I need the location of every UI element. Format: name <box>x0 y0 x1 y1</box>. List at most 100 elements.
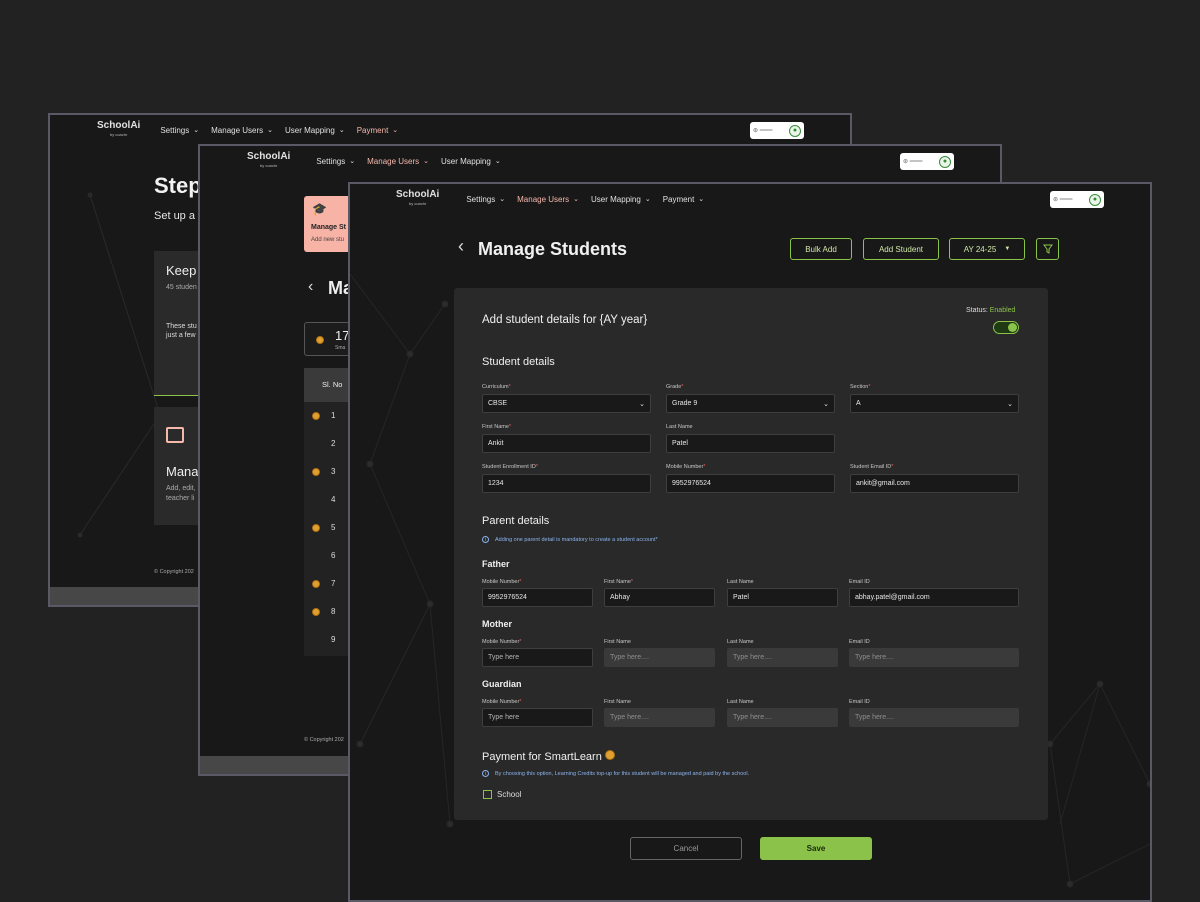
guardian-heading: Guardian <box>482 679 522 689</box>
school-badge[interactable]: ⊛ ═══ ● <box>750 122 804 139</box>
school-badge[interactable]: ⊛ ═══ ● <box>1050 191 1104 208</box>
row-number: 5 <box>331 523 336 532</box>
mother-mobile-input[interactable]: Type here <box>482 648 593 667</box>
nav-user-mapping[interactable]: User Mapping ⌄ <box>441 157 501 166</box>
table-row[interactable]: 7 <box>304 570 352 598</box>
nav-settings[interactable]: Settings ⌄ <box>316 157 355 166</box>
chevron-down-icon: ⌄ <box>267 127 274 134</box>
row-number: 9 <box>331 635 336 644</box>
card-subtitle: Add new stu <box>311 237 345 243</box>
smartlearn-stat-card: 17 Sma <box>304 322 352 356</box>
table-row[interactable]: 6 <box>304 542 352 570</box>
caret-down-icon: ▼ <box>1004 246 1011 252</box>
nav-manage-users[interactable]: Manage Users ⌄ <box>367 157 429 166</box>
table-row[interactable]: 8 <box>304 598 352 626</box>
add-student-button[interactable]: Add Student <box>863 238 939 260</box>
mother-email-input[interactable]: Type here.... <box>849 648 1019 667</box>
mother-heading: Mother <box>482 619 512 629</box>
info-icon: i <box>482 770 489 777</box>
first-name-input[interactable]: Ankit <box>482 434 651 453</box>
coin-icon <box>312 580 320 588</box>
user-avatar-icon[interactable]: ● <box>789 124 801 137</box>
table-row[interactable]: 9 <box>304 626 352 654</box>
filter-button[interactable] <box>1036 238 1059 260</box>
chevron-down-icon: ⌄ <box>193 127 200 134</box>
table-row[interactable]: 4 <box>304 486 352 514</box>
schoolai-logo[interactable]: SchoolAi by coachr <box>396 190 439 208</box>
stat-label: Sma <box>335 345 346 351</box>
coin-icon <box>604 750 615 760</box>
school-seal-icon: ⊛ ═══ <box>1053 197 1073 203</box>
school-badge[interactable]: ⊛ ═══ ● <box>900 153 954 170</box>
student-details-heading: Student details <box>482 356 555 368</box>
save-button[interactable]: Save <box>760 837 872 860</box>
mother-mobile-label: Mobile Number* <box>482 639 522 645</box>
school-checkbox[interactable] <box>483 790 492 799</box>
father-mobile-input[interactable]: 9952976524 <box>482 588 593 607</box>
card-text-line: Add, edit, <box>166 485 196 492</box>
table-row[interactable]: 1 <box>304 402 352 430</box>
year-select[interactable]: AY 24-25 ▼ <box>949 238 1025 260</box>
guardian-last-input[interactable]: Type here.... <box>727 708 838 727</box>
mother-first-input[interactable]: Type here.... <box>604 648 715 667</box>
manage-students-card[interactable]: 🎓 Manage St Add new stu <box>304 196 352 252</box>
back-arrow-icon[interactable]: ‹ <box>308 278 313 296</box>
nav-settings[interactable]: Settings ⌄ <box>160 126 199 135</box>
presentation-icon <box>166 427 184 443</box>
parent-info-note: i Adding one parent detail is mandatory t… <box>482 536 658 543</box>
section-select[interactable]: A ⌄ <box>850 394 1019 413</box>
nav-user-mapping[interactable]: User Mapping ⌄ <box>285 126 345 135</box>
chevron-down-icon: ⌄ <box>392 127 399 134</box>
school-seal-icon: ⊛ ═══ <box>903 159 923 165</box>
guardian-mobile-input[interactable]: Type here <box>482 708 593 727</box>
schoolai-logo[interactable]: SchoolAi by coachr <box>247 152 290 170</box>
manage-card[interactable]: Mana Add, edit, teacher li <box>154 407 204 525</box>
keep-card[interactable]: Keep 45 studen These stu just a few <box>154 251 204 396</box>
table-row[interactable]: 5 <box>304 514 352 542</box>
enrollment-id-input[interactable]: 1234 <box>482 474 651 493</box>
grade-label: Grade* <box>666 384 684 390</box>
back-arrow-icon[interactable]: ‹ <box>458 236 464 257</box>
top-navigation: SchoolAi by coachr Settings ⌄ Manage Users… <box>50 115 850 145</box>
nav-manage-users[interactable]: Manage Users ⌄ <box>517 195 579 204</box>
cancel-button[interactable]: Cancel <box>630 837 742 860</box>
table-row[interactable]: 2 <box>304 430 352 458</box>
mother-last-input[interactable]: Type here.... <box>727 648 838 667</box>
nav-payment[interactable]: Payment ⌄ <box>357 126 398 135</box>
father-first-label: First Name* <box>604 579 634 585</box>
grade-select[interactable]: Grade 9 ⌄ <box>666 394 835 413</box>
row-number: 8 <box>331 607 336 616</box>
father-first-input[interactable]: Abhay <box>604 588 715 607</box>
table-row[interactable]: 3 <box>304 458 352 486</box>
status-toggle[interactable] <box>993 321 1019 334</box>
nav-settings[interactable]: Settings ⌄ <box>466 195 505 204</box>
mother-first-label: First Name <box>604 639 631 645</box>
student-email-input[interactable]: ankit@gmail.com <box>850 474 1019 493</box>
coin-icon <box>316 336 324 344</box>
school-seal-icon: ⊛ ═══ <box>753 128 773 134</box>
mobile-number-input[interactable]: 9952976524 <box>666 474 835 493</box>
nav-user-mapping[interactable]: User Mapping ⌄ <box>591 195 651 204</box>
copyright: © Copyright 202 <box>304 737 344 743</box>
status-text: Status: Enabled <box>966 307 1016 314</box>
page-subtitle: Set up a <box>154 210 195 222</box>
guardian-first-input[interactable]: Type here.... <box>604 708 715 727</box>
curriculum-select[interactable]: CBSE ⌄ <box>482 394 651 413</box>
card-title: Keep <box>166 263 197 278</box>
chevron-down-icon: ⌄ <box>698 196 705 203</box>
father-email-input[interactable]: abhay.patel@gmail.com <box>849 588 1019 607</box>
last-name-label: Last Name <box>666 424 693 430</box>
nav-manage-users[interactable]: Manage Users ⌄ <box>211 126 273 135</box>
father-last-input[interactable]: Patel <box>727 588 838 607</box>
schoolai-logo[interactable]: SchoolAi by coachr <box>97 121 140 139</box>
guardian-email-input[interactable]: Type here.... <box>849 708 1019 727</box>
user-avatar-icon[interactable]: ● <box>939 155 951 168</box>
user-avatar-icon[interactable]: ● <box>1089 193 1101 206</box>
bulk-add-button[interactable]: Bulk Add <box>790 238 852 260</box>
mother-email-label: Email ID <box>849 639 870 645</box>
nav-payment[interactable]: Payment ⌄ <box>663 195 704 204</box>
guardian-first-label: First Name <box>604 699 631 705</box>
filter-icon <box>1042 244 1053 254</box>
last-name-input[interactable]: Patel <box>666 434 835 453</box>
guardian-last-label: Last Name <box>727 699 754 705</box>
